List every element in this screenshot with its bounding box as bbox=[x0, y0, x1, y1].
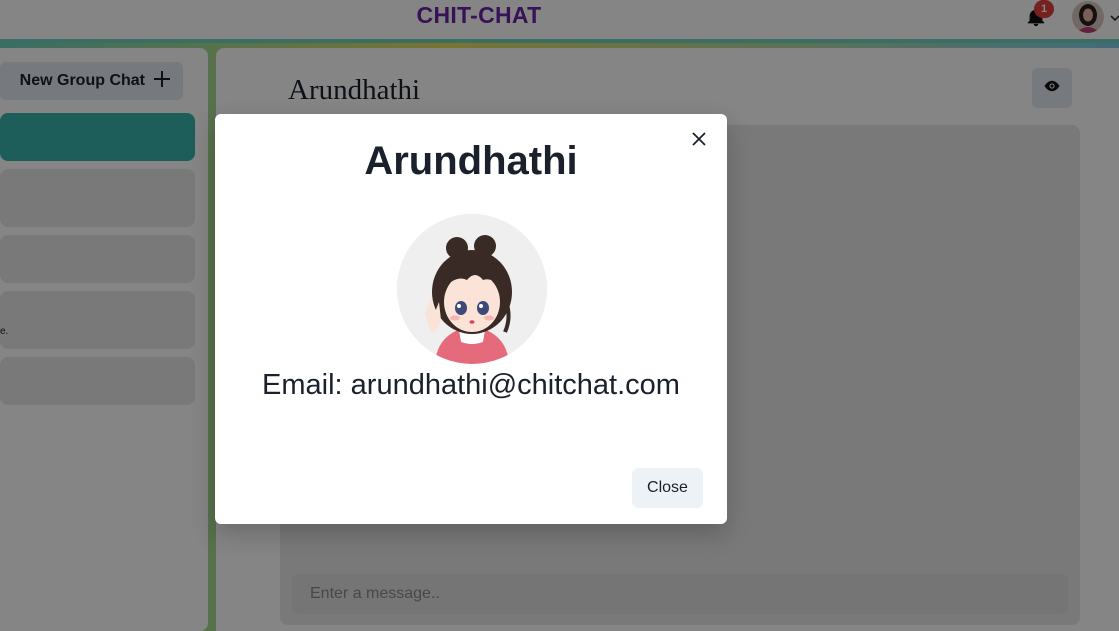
profile-modal: Arundhathi Email: arundhathi@chitchat.co… bbox=[215, 114, 727, 524]
profile-avatar bbox=[397, 214, 547, 364]
close-button[interactable]: Close bbox=[632, 468, 703, 508]
profile-email: Email: arundhathi@chitchat.com bbox=[262, 369, 680, 401]
modal-title: Arundhathi bbox=[364, 139, 578, 183]
close-icon[interactable] bbox=[687, 127, 711, 151]
